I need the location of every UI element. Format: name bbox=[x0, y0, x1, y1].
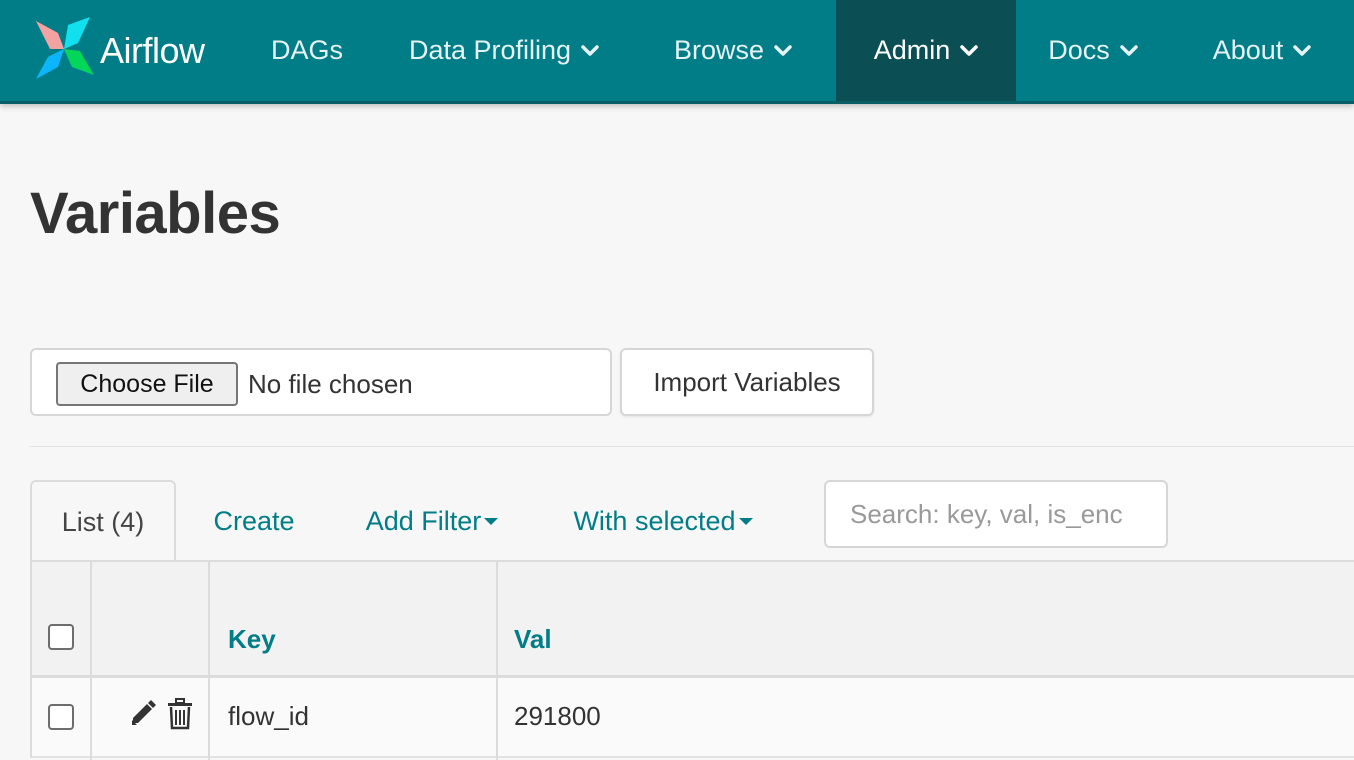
tab-list-label: List (4) bbox=[61, 506, 145, 537]
tab-create-label: Create bbox=[213, 505, 295, 536]
tab-add-filter-label: Add Filter bbox=[365, 505, 482, 536]
choose-file-button[interactable]: Choose File bbox=[56, 362, 238, 406]
nav-browse[interactable]: Browse bbox=[650, 0, 816, 101]
tab-with-selected-label: With selected bbox=[573, 505, 736, 536]
nav-about-label: About bbox=[1212, 35, 1284, 65]
chevron-down-icon bbox=[1293, 44, 1312, 57]
tab-add-filter[interactable]: Add Filter bbox=[352, 480, 512, 562]
tab-list[interactable]: List (4) bbox=[30, 480, 176, 562]
chevron-down-icon bbox=[581, 44, 599, 57]
column-header-val[interactable]: Val bbox=[514, 624, 552, 655]
chevron-down-icon bbox=[774, 44, 792, 57]
nav-dags[interactable]: DAGs bbox=[248, 0, 366, 101]
table-header bbox=[32, 562, 1354, 678]
import-variables-button[interactable]: Import Variables bbox=[620, 348, 874, 416]
column-header-key[interactable]: Key bbox=[228, 624, 276, 655]
select-all-checkbox[interactable] bbox=[48, 624, 74, 650]
nav-browse-label: Browse bbox=[673, 35, 765, 65]
pinwheel-logo-icon bbox=[28, 13, 100, 90]
brand-name[interactable]: Airflow bbox=[100, 30, 205, 72]
tab-with-selected[interactable]: With selected bbox=[560, 480, 766, 562]
nav-about[interactable]: About bbox=[1192, 0, 1332, 101]
nav-admin-label: Admin bbox=[873, 35, 951, 65]
file-input[interactable]: Choose File No file chosen bbox=[30, 348, 612, 416]
trash-icon[interactable] bbox=[166, 698, 194, 730]
caret-down-icon bbox=[484, 517, 499, 525]
search-input[interactable] bbox=[824, 480, 1168, 548]
row-checkbox[interactable] bbox=[48, 704, 74, 730]
file-status-text: No file chosen bbox=[248, 369, 413, 399]
nav-admin[interactable]: Admin bbox=[836, 0, 1016, 101]
page-title: Variables bbox=[30, 181, 281, 246]
column-divider bbox=[496, 562, 498, 760]
divider bbox=[30, 446, 1354, 447]
tab-create[interactable]: Create bbox=[200, 480, 308, 562]
nav-docs[interactable]: Docs bbox=[1028, 0, 1158, 101]
nav-data-profiling[interactable]: Data Profiling bbox=[385, 0, 623, 101]
variables-table: Key Val flow_id 291800 bbox=[30, 560, 1354, 760]
nav-data-profiling-label: Data Profiling bbox=[408, 35, 572, 65]
cell-key: flow_id bbox=[228, 701, 309, 731]
chevron-down-icon bbox=[960, 44, 979, 57]
nav-dags-label: DAGs bbox=[270, 35, 343, 65]
chevron-down-icon bbox=[1120, 44, 1138, 57]
column-divider bbox=[208, 562, 210, 760]
column-divider bbox=[90, 562, 92, 760]
pencil-icon[interactable] bbox=[128, 698, 156, 730]
caret-down-icon bbox=[738, 517, 753, 525]
nav-docs-label: Docs bbox=[1048, 35, 1110, 65]
cell-val: 291800 bbox=[514, 701, 601, 731]
brand-logo[interactable]: Airflow bbox=[28, 16, 205, 86]
top-navbar: Airflow DAGs Data Profiling Browse Admin… bbox=[0, 0, 1354, 104]
